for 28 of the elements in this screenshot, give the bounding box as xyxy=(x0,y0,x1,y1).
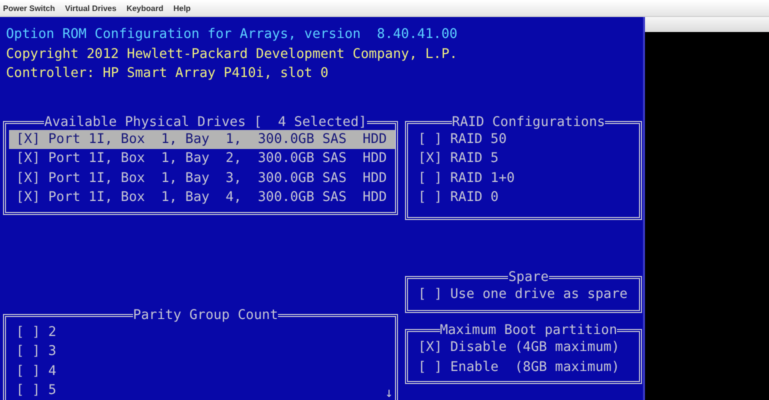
option-row[interactable]: [X] Port 1I, Box 1, Bay 2, 300.0GB SAS HDD xyxy=(16,149,387,168)
panel-title: Maximum Boot partition xyxy=(440,323,618,338)
option-row[interactable]: [ ] 2 xyxy=(16,322,56,342)
scroll-arrow[interactable]: ↓ xyxy=(384,386,393,400)
panel-title: Parity Group Count xyxy=(132,308,278,322)
panel-title: Spare xyxy=(508,270,549,284)
menu-item[interactable]: Virtual Drives xyxy=(65,4,116,12)
option-row[interactable]: [X] RAID 5 xyxy=(418,149,499,168)
panel-title: Available Physical Drives [ 4 Selected] xyxy=(44,114,367,130)
option-row[interactable]: [ ] RAID 50 xyxy=(418,130,507,149)
option-row[interactable]: [ ] 3 xyxy=(16,342,56,362)
option-row[interactable]: [ ] RAID 1+0 xyxy=(418,168,515,188)
option-row[interactable]: [ ] Use one drive as spare xyxy=(418,284,628,304)
option-row[interactable]: [X] Disable (4GB maximum) xyxy=(418,338,620,358)
option-row[interactable]: [ ] 5 xyxy=(16,381,56,400)
menu-item[interactable]: Power Switch xyxy=(3,4,56,12)
option-row[interactable]: [ ] Enable (8GB maximum) xyxy=(418,358,620,377)
menu-item[interactable]: Help xyxy=(173,4,191,12)
panel-title: RAID Configurations xyxy=(452,114,606,130)
controller-text: Controller: HP Smart Array P410i, slot 0 xyxy=(5,65,330,83)
option-row[interactable]: [X] Port 1I, Box 1, Bay 3, 300.0GB SAS HDD xyxy=(16,168,387,188)
menu-item[interactable]: Keyboard xyxy=(126,4,164,12)
copyright-text: Copyright 2012 Hewlett-Packard Development Company, L.P. xyxy=(5,46,458,64)
option-row[interactable]: [X] Port 1I, Box 1, Bay 1, 300.0GB SAS HDD xyxy=(9,130,395,149)
option-row[interactable]: [X] Port 1I, Box 1, Bay 4, 300.0GB SAS HDD xyxy=(16,188,387,208)
option-row[interactable]: [ ] RAID 0 xyxy=(418,188,499,208)
option-row[interactable]: [ ] 4 xyxy=(16,362,56,381)
rom-title: Option ROM Configuration for Arrays, version 8.40.41.00 xyxy=(5,26,458,44)
